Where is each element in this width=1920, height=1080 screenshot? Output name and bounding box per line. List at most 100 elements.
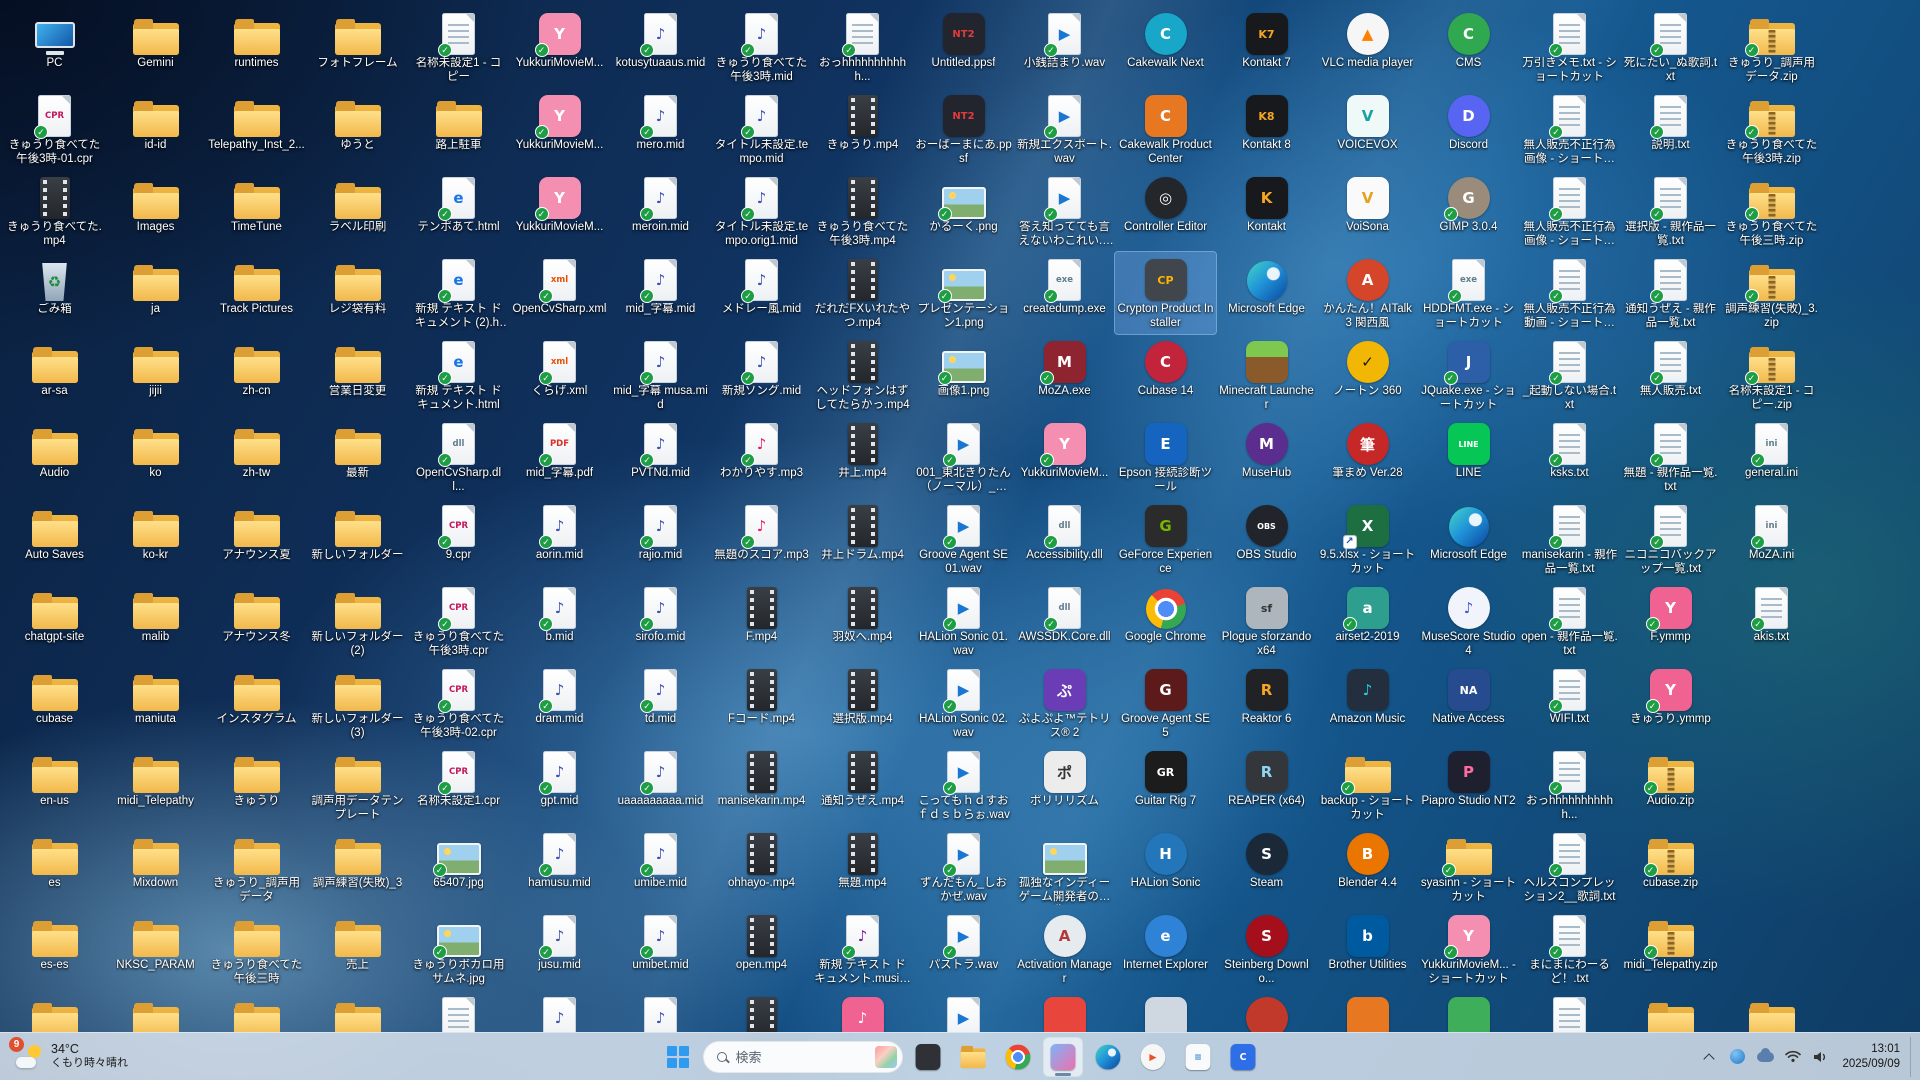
desktop-icon[interactable]: e✓新規 テキスト ドキュメント (2).html — [408, 252, 509, 334]
pinned-microsoft-edge[interactable] — [1088, 1037, 1128, 1077]
desktop-icon[interactable] — [1317, 990, 1418, 1032]
desktop-icon[interactable]: VVOICEVOX — [1317, 88, 1418, 170]
desktop-icon[interactable]: ✓プレゼンテーション1.png — [913, 252, 1014, 334]
desktop-icon[interactable]: Microsoft Edge — [1418, 498, 1519, 580]
desktop-icon[interactable]: ♪✓メドレー風.mid — [711, 252, 812, 334]
desktop-icon[interactable]: cubase — [4, 662, 105, 744]
desktop-icon[interactable]: CCakewalk Product Center — [1115, 88, 1216, 170]
desktop-icon[interactable]: bBrother Utilities — [1317, 908, 1418, 990]
desktop-icon[interactable]: ▶✓小銭詰まり.wav — [1014, 6, 1115, 88]
desktop-icon[interactable]: BBlender 4.4 — [1317, 826, 1418, 908]
desktop-icon[interactable]: Auto Saves — [4, 498, 105, 580]
pinned-blue-c-app[interactable]: C — [1223, 1037, 1263, 1077]
desktop-icon[interactable]: ✓65407.jpg — [408, 826, 509, 908]
desktop-icon[interactable]: ぷぷよぷよ™テトリス® 2 — [1014, 662, 1115, 744]
desktop-icon[interactable]: ✓きゅうり_調声用データ.zip — [1721, 6, 1822, 88]
desktop-icon[interactable]: Fコード.mp4 — [711, 662, 812, 744]
desktop-icon[interactable]: ♪✓dram.mid — [509, 662, 610, 744]
desktop-icon[interactable]: e✓テンポあて.html — [408, 170, 509, 252]
desktop-icon[interactable]: GGeForce Experience — [1115, 498, 1216, 580]
desktop-icon[interactable]: ✓名称未設定1 - コピー.zip — [1721, 334, 1822, 416]
desktop-icon[interactable]: Images — [105, 170, 206, 252]
desktop-icon[interactable]: Minecraft Launcher — [1216, 334, 1317, 416]
desktop-icon[interactable]: ♪✓無題のスコア.mp3 — [711, 498, 812, 580]
desktop-icon[interactable]: ✓無題 - 親作品一覧.txt — [1620, 416, 1721, 498]
desktop-icon[interactable] — [1519, 990, 1620, 1032]
desktop-icon[interactable] — [1115, 990, 1216, 1032]
desktop-icon[interactable]: ✓無人販売.txt — [1620, 334, 1721, 416]
desktop-icon[interactable]: CPR✓きゅうり食べてた午後3時.cpr — [408, 580, 509, 662]
desktop-icon[interactable]: ♪ — [812, 990, 913, 1032]
desktop-icon[interactable]: ♪✓hamusu.mid — [509, 826, 610, 908]
desktop-icon[interactable]: ▶✓答え知ってても言えないわこれい.wav — [1014, 170, 1115, 252]
desktop-icon[interactable]: eInternet Explorer — [1115, 908, 1216, 990]
desktop-icon[interactable]: ✓おっhhhhhhhhhhh... — [812, 6, 913, 88]
desktop-icon[interactable] — [206, 990, 307, 1032]
desktop-icon[interactable]: ♪✓タイトル未設定.tempo.mid — [711, 88, 812, 170]
desktop-icon[interactable]: ✓無人販売不正行為画像 - ショートカット — [1519, 170, 1620, 252]
desktop-icon[interactable]: OBSOBS Studio — [1216, 498, 1317, 580]
desktop-icon[interactable]: ✓おっhhhhhhhhhhh... — [1519, 744, 1620, 826]
desktop-icon[interactable]: ▶✓001_東北きりたん（ノーマル）_今じゃ... — [913, 416, 1014, 498]
desktop-icon[interactable] — [1216, 990, 1317, 1032]
desktop-icon[interactable]: CPR✓きゅうり食べてた午後3時-02.cpr — [408, 662, 509, 744]
desktop-icon[interactable]: ♪✓gpt.mid — [509, 744, 610, 826]
desktop-icon[interactable]: CCakewalk Next — [1115, 6, 1216, 88]
desktop-icon[interactable]: ✓manisekarin - 親作品一覧.txt — [1519, 498, 1620, 580]
desktop-icon[interactable] — [408, 990, 509, 1032]
desktop-icon[interactable]: es — [4, 826, 105, 908]
desktop-icon[interactable]: Telepathy_Inst_2... — [206, 88, 307, 170]
desktop-icon[interactable]: Microsoft Edge — [1216, 252, 1317, 334]
desktop-icon[interactable]: ✓まにまにわーるど！.txt — [1519, 908, 1620, 990]
desktop-icon[interactable]: ♪✓sirofo.mid — [610, 580, 711, 662]
desktop-icon[interactable] — [4, 990, 105, 1032]
desktop-icon[interactable]: 羽奴へ.mp4 — [812, 580, 913, 662]
desktop-icon[interactable]: ✓万引きメモ.txt - ショートカット — [1519, 6, 1620, 88]
desktop-icon[interactable]: ✓ksks.txt — [1519, 416, 1620, 498]
desktop-icon[interactable]: ポポリリリズム — [1014, 744, 1115, 826]
desktop-icon[interactable]: TimeTune — [206, 170, 307, 252]
desktop-icon[interactable]: NT2おーばーまにあ.ppsf — [913, 88, 1014, 170]
start-button[interactable] — [658, 1037, 698, 1077]
desktop-icon[interactable]: きゅうり食べてた午後三時 — [206, 908, 307, 990]
desktop-icon[interactable]: es-es — [4, 908, 105, 990]
desktop-icon[interactable]: ✓backup - ショートカット — [1317, 744, 1418, 826]
tray-cloud-icon[interactable] — [1752, 1037, 1778, 1077]
desktop-icon[interactable]: 選択版.mp4 — [812, 662, 913, 744]
desktop-icon[interactable]: ♪✓b.mid — [509, 580, 610, 662]
desktop-icon[interactable]: 調声練習(失敗)_3 — [307, 826, 408, 908]
desktop-icon[interactable]: フォトフレーム — [307, 6, 408, 88]
desktop-icon[interactable]: ▶✓ずんだもん_しおかぜ.wav — [913, 826, 1014, 908]
desktop-icon[interactable]: PPiapro Studio NT2 — [1418, 744, 1519, 826]
desktop-icon[interactable]: ♪ — [509, 990, 610, 1032]
desktop-icon[interactable]: NKSC_PARAM — [105, 908, 206, 990]
pinned-dark-pane-app[interactable] — [908, 1037, 948, 1077]
desktop-icon[interactable]: ✓open - 親作品一覧.txt — [1519, 580, 1620, 662]
desktop-icon[interactable]: ヘッドフォンはずしてたらかっ.mp4 — [812, 334, 913, 416]
desktop-icon[interactable] — [1014, 990, 1115, 1032]
desktop-icon[interactable]: Y✓YukkuriMovieM... - ショートカット — [1418, 908, 1519, 990]
desktop-icon[interactable]: X↗9.5.xlsx - ショートカット — [1317, 498, 1418, 580]
desktop-icon[interactable]: ✓かるーく.png — [913, 170, 1014, 252]
pinned-media-player[interactable]: ▶ — [1133, 1037, 1173, 1077]
desktop-icon[interactable]: ✓きゅうり食べてた午後三時.zip — [1721, 170, 1822, 252]
desktop-icon[interactable]: Track Pictures — [206, 252, 307, 334]
desktop-icon[interactable]: AActivation Manager — [1014, 908, 1115, 990]
desktop-icon[interactable] — [711, 990, 812, 1032]
desktop-icon[interactable]: e✓新規 テキスト ドキュメント.html — [408, 334, 509, 416]
desktop-icon[interactable]: NANative Access — [1418, 662, 1519, 744]
desktop-icon[interactable]: F.mp4 — [711, 580, 812, 662]
desktop-icon[interactable]: きゅうり食べてた午後3時.mp4 — [812, 170, 913, 252]
desktop-icon[interactable]: CPR✓きゅうり食べてた午後3時-01.cpr — [4, 88, 105, 170]
desktop-icon[interactable]: ♪✓PVTNd.mid — [610, 416, 711, 498]
desktop-icon[interactable]: ✓ヘルスコンプレッション2__歌詞.txt — [1519, 826, 1620, 908]
desktop-icon[interactable]: ko-kr — [105, 498, 206, 580]
pinned-google-chrome[interactable] — [998, 1037, 1038, 1077]
desktop-icon[interactable]: ♪✓きゅうり食べてた午後3時.mid — [711, 6, 812, 88]
desktop-icon[interactable]: ✓きゅうり食べてた午後3時.zip — [1721, 88, 1822, 170]
desktop-icon[interactable]: malib — [105, 580, 206, 662]
desktop-icon[interactable]: ♪✓新規ソング.mid — [711, 334, 812, 416]
desktop-icon[interactable]: ♪✓mid_字幕 musa.mid — [610, 334, 711, 416]
desktop-icon[interactable]: M✓MoZA.exe — [1014, 334, 1115, 416]
desktop-icon[interactable]: ✓_起動しない場合.txt — [1519, 334, 1620, 416]
